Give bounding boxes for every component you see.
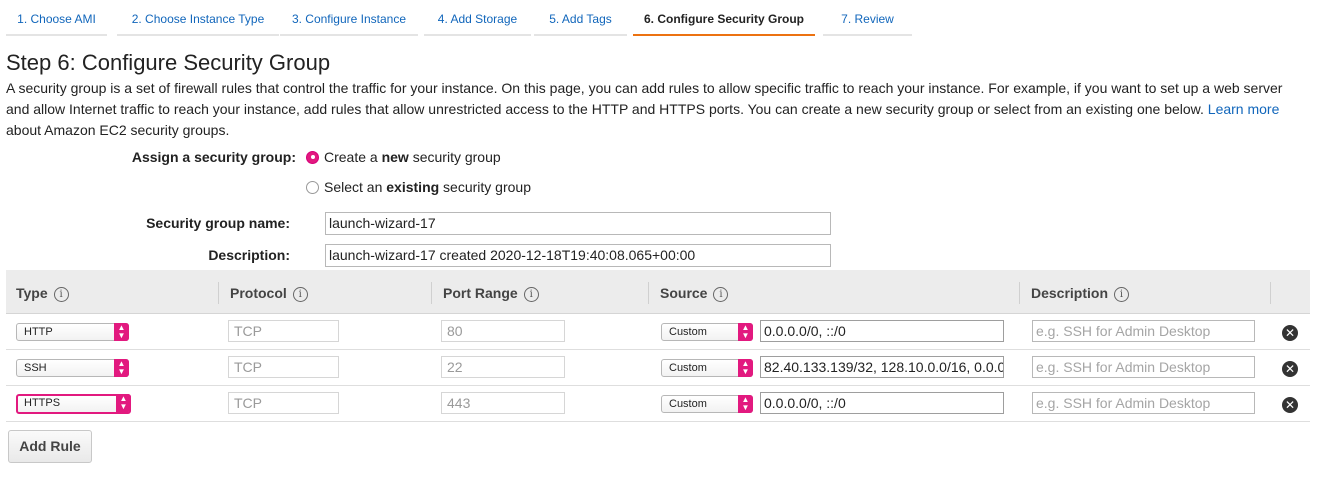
description-input[interactable]: launch-wizard-17 created 2020-12-18T19:4… [325, 244, 831, 267]
add-rule-button[interactable]: Add Rule [8, 430, 92, 463]
tab-choose-ami[interactable]: 1. Choose AMI [6, 0, 107, 36]
source-mode-select[interactable]: Custom ▲ ▼ [661, 395, 753, 413]
radio-unselected-icon[interactable] [306, 180, 319, 194]
tab-configure-security-group[interactable]: 6. Configure Security Group [633, 0, 815, 36]
port-range-field: 22 [441, 356, 565, 378]
source-mode-select[interactable]: Custom ▲ ▼ [661, 323, 753, 341]
intro-tail: about Amazon EC2 security groups. [6, 122, 230, 138]
source-cidr-input[interactable]: 0.0.0.0/0, ::/0 [760, 392, 1004, 414]
rule-description-input[interactable]: e.g. SSH for Admin Desktop [1032, 392, 1255, 414]
tab-add-tags[interactable]: 5. Add Tags [534, 0, 627, 36]
header-protocol: Protocol i [220, 270, 308, 314]
radio-create-new-group[interactable]: Create a new security group [306, 149, 501, 165]
table-row: SSH ▲ ▼ TCP 22 Custom ▲ ▼ 82.40.133.139/32, … [6, 350, 1310, 386]
protocol-field: TCP [228, 392, 339, 414]
tab-configure-instance[interactable]: 3. Configure Instance [280, 0, 418, 36]
radio-create-new-label: Create a new security group [324, 149, 501, 165]
rule-type-select[interactable]: SSH ▲ ▼ [16, 359, 129, 377]
radio-select-existing-label: Select an existing security group [324, 179, 531, 195]
select-arrows-icon: ▲ ▼ [114, 359, 129, 377]
source-cidr-input[interactable]: 0.0.0.0/0, ::/0 [760, 320, 1004, 342]
radio-selected-icon[interactable] [306, 150, 319, 164]
column-divider [218, 282, 219, 304]
source-mode-select[interactable]: Custom ▲ ▼ [661, 359, 753, 377]
column-divider [1019, 282, 1020, 304]
rule-type-select[interactable]: HTTPS ▲ ▼ [16, 394, 131, 414]
remove-rule-icon[interactable]: ✕ [1282, 325, 1298, 341]
table-row: HTTP ▲ ▼ TCP 80 Custom ▲ ▼ 0.0.0.0/0, ::/0 e… [6, 314, 1310, 350]
remove-rule-icon[interactable]: ✕ [1282, 361, 1298, 377]
header-source: Source i [650, 270, 729, 314]
select-arrows-icon: ▲ ▼ [116, 394, 131, 412]
protocol-field: TCP [228, 320, 339, 342]
header-description: Description i [1021, 270, 1130, 314]
info-icon[interactable]: i [53, 287, 69, 302]
column-divider [1270, 282, 1271, 304]
intro-body: A security group is a set of firewall ru… [6, 80, 1283, 117]
radio-select-existing-group[interactable]: Select an existing security group [306, 179, 531, 195]
column-divider [431, 282, 432, 304]
info-icon[interactable]: i [523, 287, 539, 302]
source-cidr-input[interactable]: 82.40.133.139/32, 128.10.0.0/16, 0.0.0 [760, 356, 1004, 378]
header-type: Type i [6, 270, 69, 314]
tab-add-storage[interactable]: 4. Add Storage [424, 0, 531, 36]
select-arrows-icon: ▲ ▼ [738, 395, 753, 413]
assign-security-group-label: Assign a security group: [131, 149, 296, 165]
security-group-name-input[interactable]: launch-wizard-17 [325, 212, 831, 235]
column-divider [648, 282, 649, 304]
learn-more-link[interactable]: Learn more [1208, 101, 1280, 117]
table-row: HTTPS ▲ ▼ TCP 443 Custom ▲ ▼ 0.0.0.0/0, ::/0… [6, 386, 1310, 422]
select-arrows-icon: ▲ ▼ [738, 359, 753, 377]
remove-rule-icon[interactable]: ✕ [1282, 397, 1298, 413]
rule-description-input[interactable]: e.g. SSH for Admin Desktop [1032, 356, 1255, 378]
page-title: Step 6: Configure Security Group [6, 50, 331, 75]
protocol-field: TCP [228, 356, 339, 378]
rule-type-select[interactable]: HTTP ▲ ▼ [16, 323, 129, 341]
select-arrows-icon: ▲ ▼ [114, 323, 129, 341]
info-icon[interactable]: i [1114, 287, 1130, 302]
security-group-name-label: Security group name: [146, 215, 290, 231]
port-range-field: 443 [441, 392, 565, 414]
tab-review[interactable]: 7. Review [823, 0, 912, 36]
rule-description-input[interactable]: e.g. SSH for Admin Desktop [1032, 320, 1255, 342]
table-header: Type i Protocol i Port Range i Source i Desc… [6, 270, 1310, 314]
tab-choose-instance-type[interactable]: 2. Choose Instance Type [117, 0, 279, 36]
description-label: Description: [208, 247, 290, 263]
info-icon[interactable]: i [292, 287, 308, 302]
port-range-field: 80 [441, 320, 565, 342]
intro-text: A security group is a set of firewall ru… [6, 78, 1306, 141]
header-port-range: Port Range i [433, 270, 539, 314]
select-arrows-icon: ▲ ▼ [738, 323, 753, 341]
info-icon[interactable]: i [713, 287, 729, 302]
